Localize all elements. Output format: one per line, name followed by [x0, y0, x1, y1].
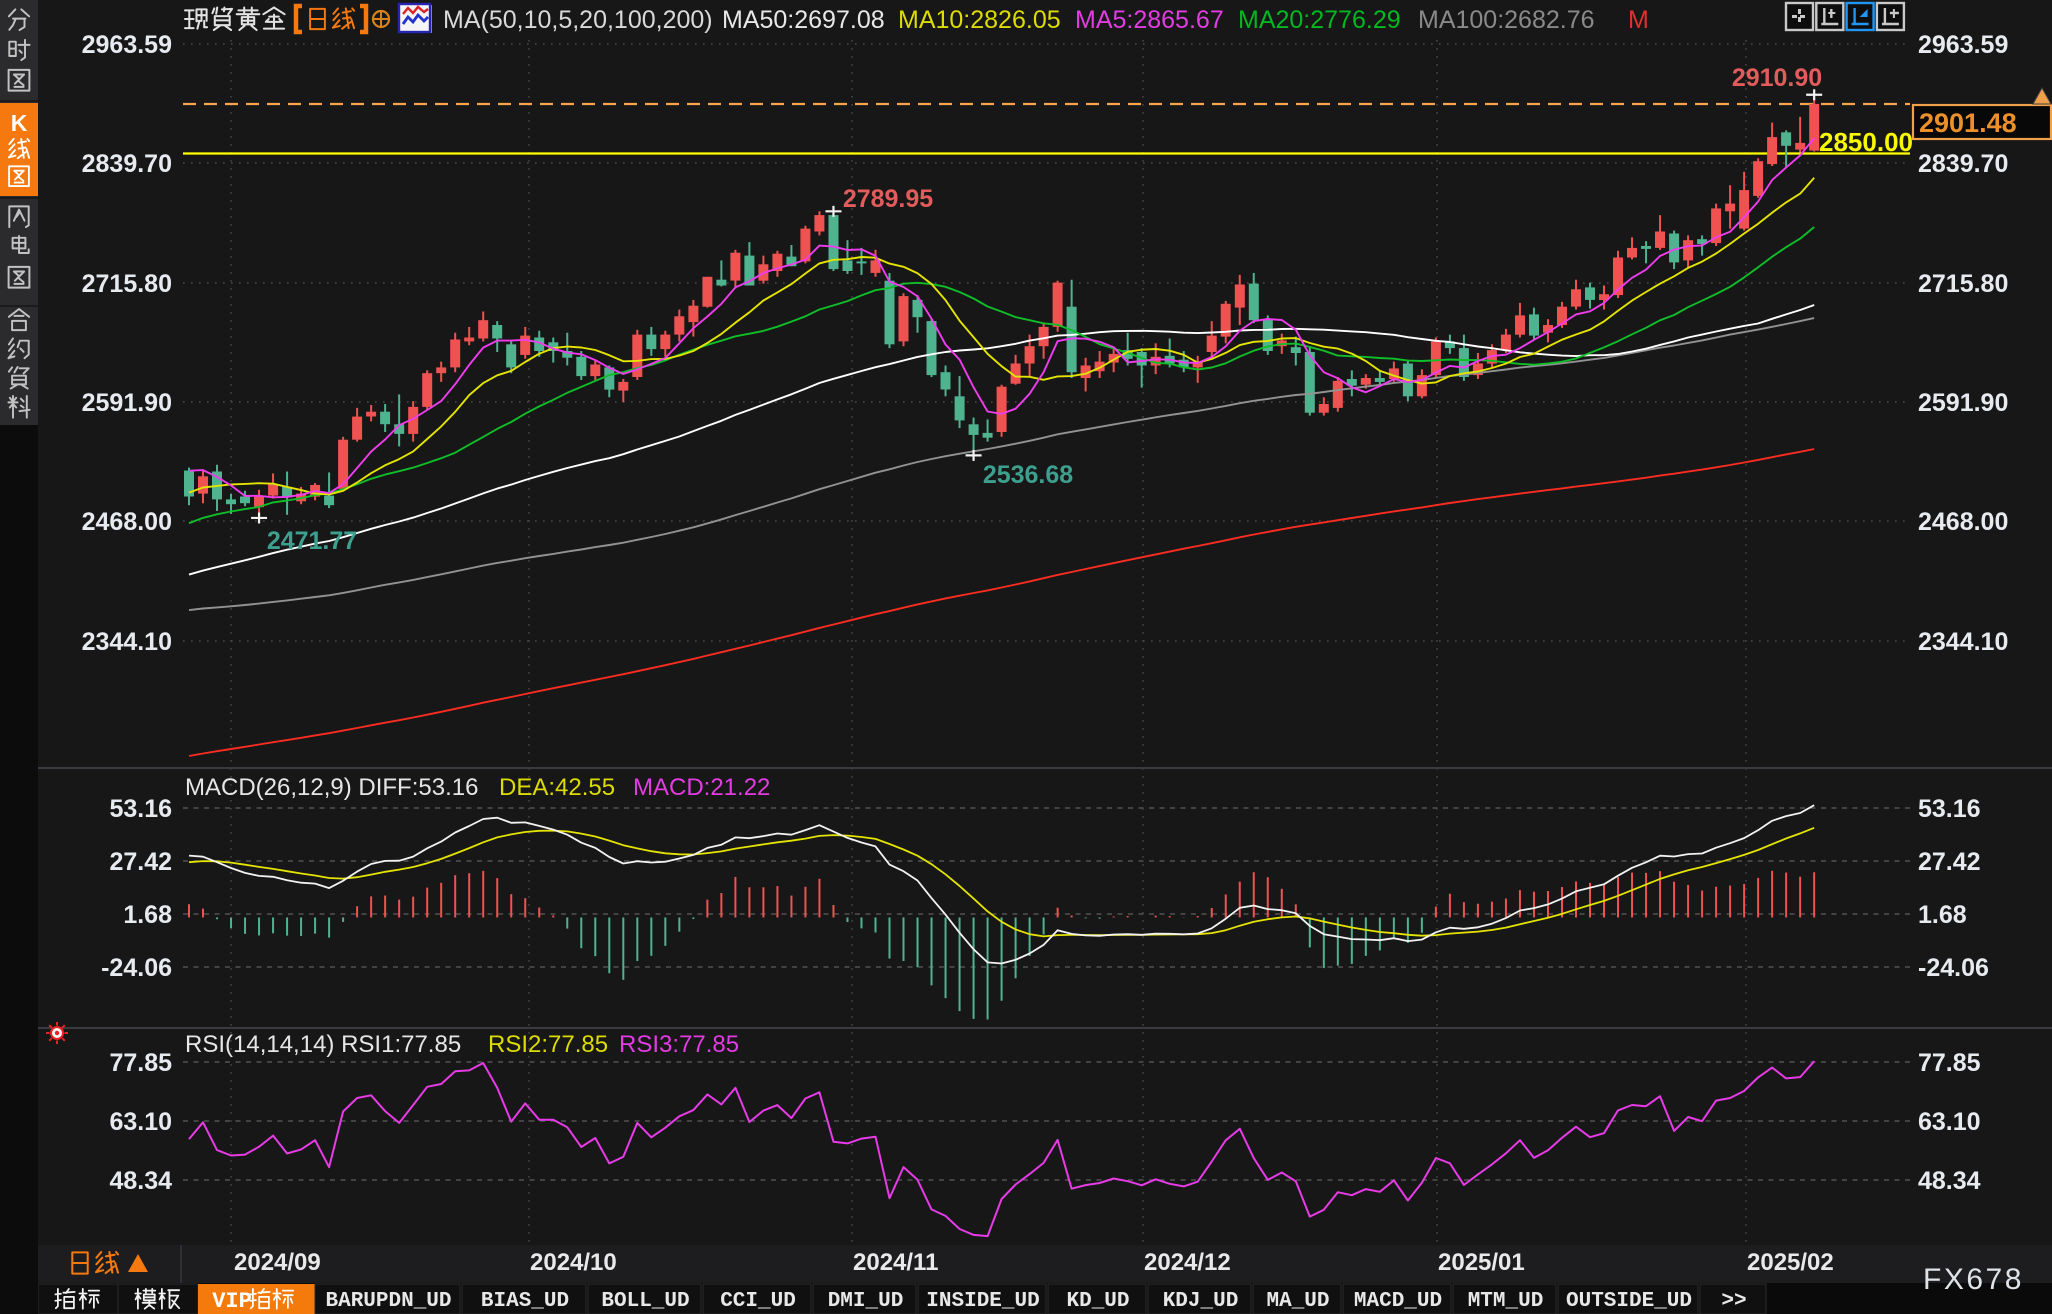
svg-text:77.85: 77.85 [109, 1049, 172, 1077]
svg-text:63.10: 63.10 [1918, 1108, 1981, 1136]
svg-text:2471.77: 2471.77 [267, 527, 357, 555]
svg-text:2591.90: 2591.90 [82, 389, 172, 417]
svg-text:MACD:21.22: MACD:21.22 [633, 774, 770, 801]
svg-text:KD_UD: KD_UD [1066, 1290, 1129, 1313]
svg-text:CCI_UD: CCI_UD [720, 1290, 796, 1313]
svg-text:2344.10: 2344.10 [1918, 628, 2008, 656]
svg-text:48.34: 48.34 [109, 1167, 172, 1195]
svg-text:77.85: 77.85 [1918, 1049, 1981, 1077]
svg-text:2910.90: 2910.90 [1732, 64, 1822, 92]
svg-text:RSI(14,14,14) RSI1:77.85: RSI(14,14,14) RSI1:77.85 [185, 1031, 461, 1058]
svg-text:2963.59: 2963.59 [1918, 31, 2008, 59]
svg-text:2591.90: 2591.90 [1918, 389, 2008, 417]
svg-text:2850.00: 2850.00 [1819, 127, 1913, 157]
svg-text:2963.59: 2963.59 [82, 31, 172, 59]
svg-text:-24.06: -24.06 [101, 954, 172, 982]
svg-text:DMI_UD: DMI_UD [828, 1290, 904, 1313]
svg-text:INSIDE_UD: INSIDE_UD [926, 1290, 1039, 1313]
svg-text:VIP: VIP [212, 1289, 252, 1314]
svg-text:MACD(26,12,9) DIFF:53.16: MACD(26,12,9) DIFF:53.16 [185, 774, 478, 801]
svg-text:53.16: 53.16 [1918, 795, 1981, 823]
svg-text:BARUPDN_UD: BARUPDN_UD [325, 1290, 451, 1313]
svg-text:2901.48: 2901.48 [1919, 108, 2017, 138]
svg-text:27.42: 27.42 [1918, 848, 1981, 876]
svg-text:27.42: 27.42 [109, 848, 172, 876]
svg-text:MA_UD: MA_UD [1266, 1290, 1329, 1313]
svg-text:KDJ_UD: KDJ_UD [1163, 1290, 1239, 1313]
svg-text:2024/12: 2024/12 [1144, 1249, 1231, 1276]
svg-text:RSI3:77.85: RSI3:77.85 [619, 1031, 739, 1058]
svg-text:BIAS_UD: BIAS_UD [481, 1290, 569, 1313]
svg-text:MA20:2776.29: MA20:2776.29 [1238, 6, 1401, 34]
svg-text:2468.00: 2468.00 [1918, 508, 2008, 536]
svg-text:1.68: 1.68 [1918, 901, 1967, 929]
svg-text:MACD_UD: MACD_UD [1354, 1290, 1442, 1313]
svg-text:2024/11: 2024/11 [853, 1249, 938, 1276]
svg-text:2715.80: 2715.80 [1918, 270, 2008, 298]
svg-text:2024/09: 2024/09 [234, 1249, 321, 1276]
svg-text:RSI2:77.85: RSI2:77.85 [488, 1031, 608, 1058]
svg-text:MA10:2826.05: MA10:2826.05 [898, 6, 1061, 34]
svg-text:2024/10: 2024/10 [530, 1249, 617, 1276]
svg-text:63.10: 63.10 [109, 1108, 172, 1136]
svg-text:2839.70: 2839.70 [1918, 150, 2008, 178]
svg-text:2839.70: 2839.70 [82, 150, 172, 178]
svg-text:2468.00: 2468.00 [82, 508, 172, 536]
svg-text:2025/01: 2025/01 [1438, 1249, 1525, 1276]
svg-text:MA5:2865.67: MA5:2865.67 [1075, 6, 1224, 34]
svg-text:FX678: FX678 [1923, 1263, 2024, 1296]
svg-text:2344.10: 2344.10 [82, 628, 172, 656]
svg-text:48.34: 48.34 [1918, 1167, 1981, 1195]
svg-text:DEA:42.55: DEA:42.55 [499, 774, 615, 801]
svg-text:OUTSIDE_UD: OUTSIDE_UD [1566, 1290, 1692, 1313]
svg-text:MA50:2697.08: MA50:2697.08 [722, 6, 885, 34]
svg-text:2536.68: 2536.68 [983, 461, 1073, 489]
svg-text:2715.80: 2715.80 [82, 270, 172, 298]
svg-text:MTM_UD: MTM_UD [1468, 1290, 1544, 1313]
svg-text:M: M [1628, 6, 1649, 34]
svg-text:MA100:2682.76: MA100:2682.76 [1418, 6, 1595, 34]
svg-text:2789.95: 2789.95 [843, 185, 933, 213]
svg-text:>>: >> [1721, 1290, 1746, 1313]
svg-text:K: K [11, 110, 28, 136]
svg-text:-24.06: -24.06 [1918, 954, 1989, 982]
svg-text:53.16: 53.16 [109, 795, 172, 823]
svg-text:MA(50,10,5,20,100,200): MA(50,10,5,20,100,200) [443, 6, 713, 34]
svg-text:BOLL_UD: BOLL_UD [601, 1290, 689, 1313]
svg-text:2025/02: 2025/02 [1747, 1249, 1834, 1276]
svg-text:1.68: 1.68 [123, 901, 172, 929]
